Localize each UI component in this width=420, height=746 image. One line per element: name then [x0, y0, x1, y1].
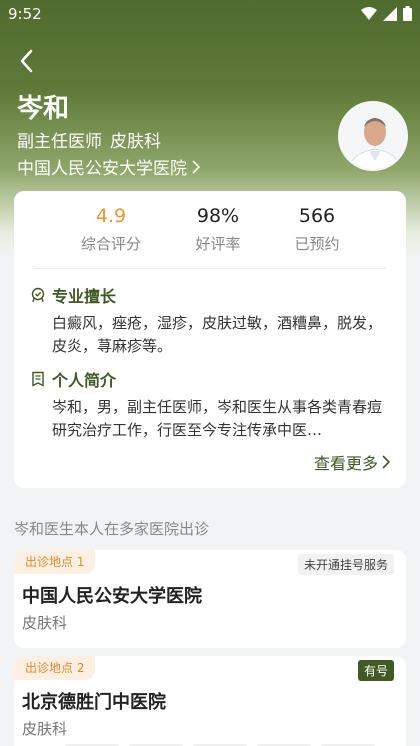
location-card-1[interactable]: 出诊地点 1 未开通挂号服务 中国人民公安大学医院 皮肤科	[14, 550, 406, 648]
view-more-link[interactable]: 查看更多	[314, 450, 392, 474]
document-icon	[30, 371, 46, 387]
status-bar: 9:52	[0, 0, 420, 30]
doctor-title-line: 副主任医师 皮肤科	[17, 127, 161, 152]
stat-praise-label: 好评率	[195, 235, 241, 253]
view-more-label: 查看更多	[313, 454, 378, 473]
chevron-right-icon	[382, 455, 391, 469]
doctor-department: 皮肤科	[110, 132, 161, 152]
multi-site-note: 岑和医生本人在多家医院出诊	[14, 520, 210, 538]
specialty-text: 白癜风，痤疮，湿疹，皮肤过敏，酒糟鼻，脱发，皮炎，荨麻疹等。	[52, 314, 383, 355]
location-department: 皮肤科	[22, 720, 68, 738]
booking-status-badge: 未开通挂号服务	[297, 554, 394, 575]
status-time: 9:52	[8, 5, 42, 23]
doctor-hospital-link[interactable]: 中国人民公安大学医院	[17, 154, 202, 179]
location-hospital-name: 北京德胜门中医院	[22, 692, 166, 713]
doctor-avatar	[338, 101, 408, 171]
stat-rating: 4.9 综合评分	[61, 205, 161, 254]
intro-text: 岑和，男，副主任医师，岑和医生从事各类青春痘研究治疗工作，行医至今专注传承中医…	[52, 398, 383, 439]
back-button[interactable]	[14, 48, 38, 74]
doctor-hospital: 中国人民公安大学医院	[17, 159, 187, 179]
stat-rating-label: 综合评分	[80, 235, 141, 253]
specialty-heading-text: 专业擅长	[52, 287, 117, 306]
stat-booked-label: 已预约	[294, 235, 340, 253]
wifi-icon	[361, 6, 377, 20]
location-card-2[interactable]: 出诊地点 2 有号 北京德胜门中医院 皮肤科	[14, 656, 406, 746]
doctor-title: 副主任医师	[17, 132, 102, 152]
stat-praise-value: 98%	[196, 205, 240, 227]
doctor-info-card: 4.9 综合评分 98% 好评率 566 已预约 专业擅长 白癜风，痤疮，湿疹，…	[14, 191, 406, 488]
location-hospital-name: 中国人民公安大学医院	[22, 586, 202, 607]
location-tag: 出诊地点 1	[14, 550, 96, 574]
stat-booked-value: 566	[298, 205, 336, 227]
divider	[34, 268, 386, 269]
battery-icon	[403, 6, 412, 21]
signal-icon	[383, 6, 397, 21]
back-arrow-icon	[20, 49, 33, 73]
location-tag: 出诊地点 2	[14, 656, 96, 680]
stat-booked: 566 已预约	[267, 205, 367, 254]
badge-icon	[30, 287, 46, 303]
stat-praise-rate: 98% 好评率	[168, 205, 268, 254]
specialty-heading: 专业擅长	[30, 283, 116, 307]
intro-heading: 个人简介	[30, 367, 116, 391]
stats-row: 4.9 综合评分 98% 好评率 566 已预约	[14, 205, 406, 255]
chevron-right-icon	[192, 159, 201, 174]
stat-rating-value: 4.9	[95, 205, 127, 227]
location-department: 皮肤科	[22, 614, 68, 632]
doctor-name: 岑和	[17, 94, 70, 124]
booking-status-badge: 有号	[357, 660, 394, 681]
intro-heading-text: 个人简介	[52, 371, 117, 390]
